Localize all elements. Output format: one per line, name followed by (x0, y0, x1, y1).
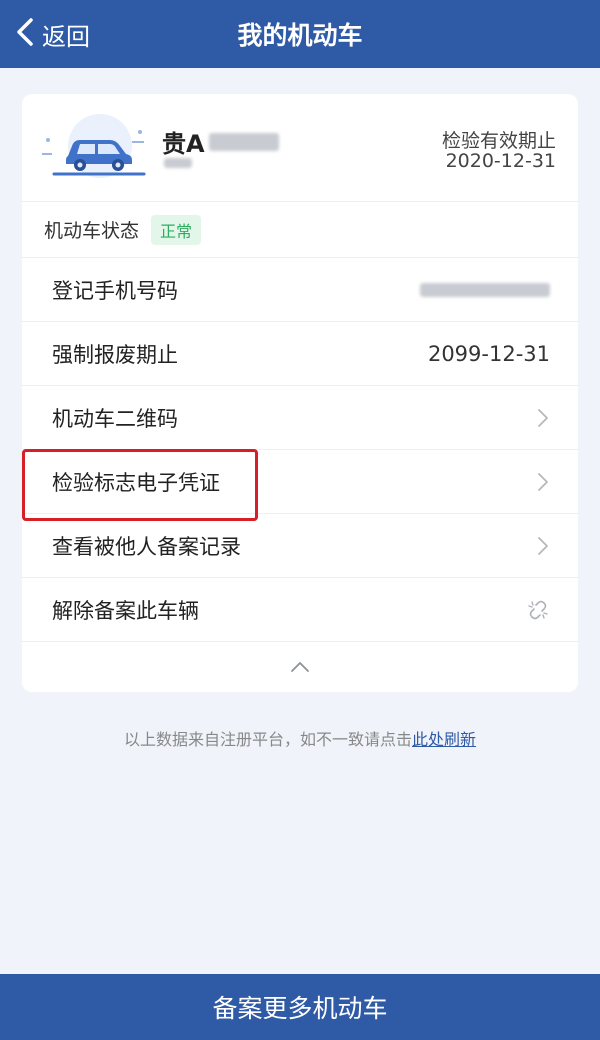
chevron-up-icon (289, 660, 311, 674)
chevron-right-icon (536, 535, 550, 557)
vehicle-summary: 贵A 检验有效期止 2020-12-31 (22, 94, 578, 202)
plate-prefix: 贵A (162, 130, 205, 158)
row-label: 解除备案此车辆 (52, 598, 199, 623)
collapse-button[interactable] (22, 642, 578, 692)
vehicle-card: 贵A 检验有效期止 2020-12-31 机动车状态 正常 登记手机号码 强制报… (22, 94, 578, 692)
plate-number: 贵A (162, 124, 279, 159)
row-label: 查看被他人备案记录 (52, 534, 241, 559)
row-inspection-certificate[interactable]: 检验标志电子凭证 (22, 450, 578, 514)
chevron-right-icon (536, 407, 550, 429)
data-source-note: 以上数据来自注册平台，如不一致请点击此处刷新 (0, 726, 600, 750)
back-button[interactable]: 返回 (14, 0, 90, 68)
note-text: 以上数据来自注册平台，如不一致请点击 (123, 730, 412, 749)
row-label: 机动车二维码 (52, 406, 178, 431)
add-more-vehicles-button[interactable]: 备案更多机动车 (0, 974, 600, 1040)
row-label: 登记手机号码 (52, 278, 178, 303)
row-label: 检验标志电子凭证 (52, 470, 220, 495)
chevron-left-icon (14, 17, 36, 51)
phone-redacted (420, 282, 550, 297)
top-nav-bar: 返回 我的机动车 (0, 0, 600, 68)
status-label: 机动车状态 (44, 220, 140, 242)
row-qr-code[interactable]: 机动车二维码 (22, 386, 578, 450)
chevron-right-icon (536, 471, 550, 493)
inspection-label: 检验有效期止 (441, 130, 556, 152)
status-badge: 正常 (151, 214, 202, 245)
vehicle-status-row: 机动车状态 正常 (22, 202, 578, 258)
page-title: 我的机动车 (237, 21, 363, 50)
row-scrap-date: 强制报废期止 2099-12-31 (22, 322, 578, 386)
back-label: 返回 (42, 22, 90, 51)
unlink-icon (526, 598, 550, 622)
row-phone: 登记手机号码 (22, 258, 578, 322)
vehicle-type-redacted (164, 158, 192, 168)
plate-redacted (208, 132, 279, 151)
row-label: 强制报废期止 (52, 342, 178, 367)
car-icon (40, 112, 150, 184)
row-unbind-vehicle[interactable]: 解除备案此车辆 (22, 578, 578, 642)
inspection-date: 2020-12-31 (445, 150, 556, 172)
row-filing-records[interactable]: 查看被他人备案记录 (22, 514, 578, 578)
scrap-date-value: 2099-12-31 (427, 341, 550, 366)
refresh-link[interactable]: 此处刷新 (412, 730, 476, 749)
